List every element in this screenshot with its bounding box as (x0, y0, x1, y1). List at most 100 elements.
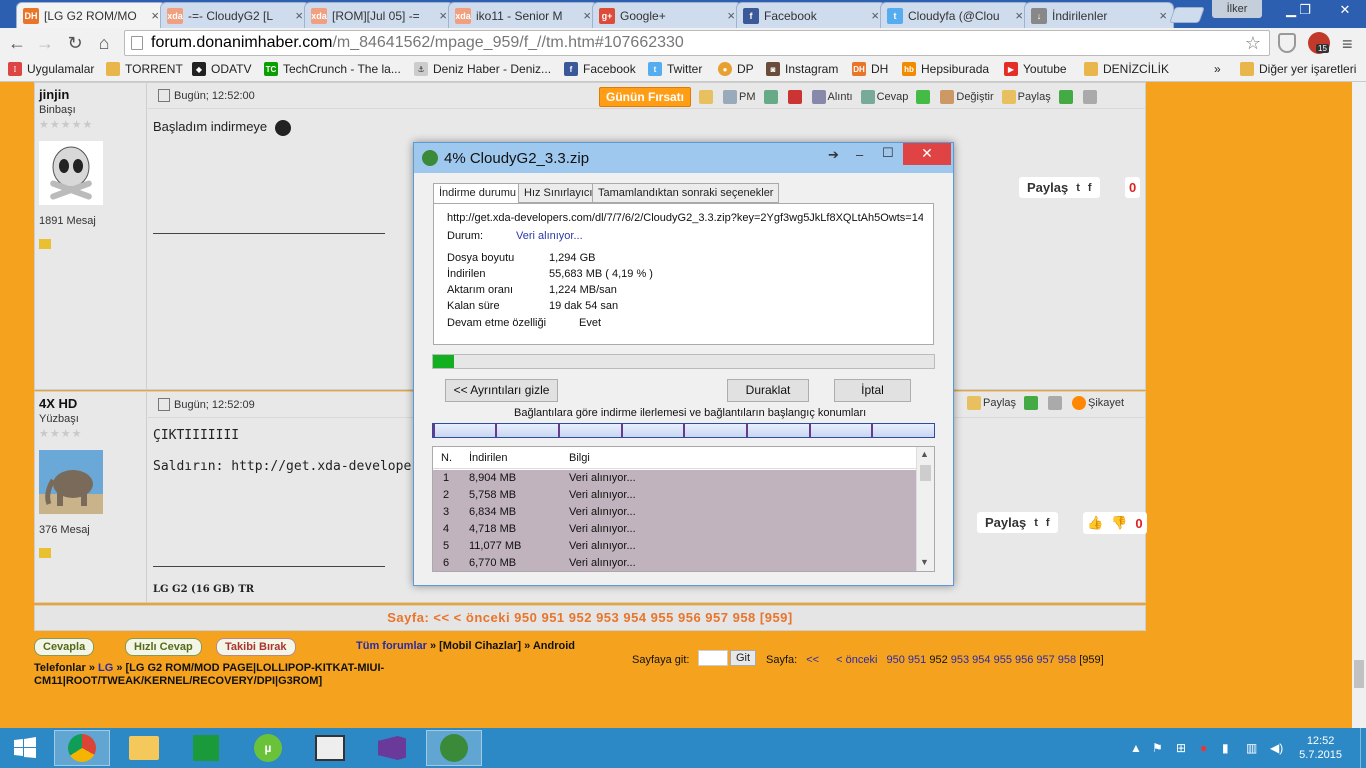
list-item[interactable]: 1 8,904 MB Veri alınıyor... (433, 470, 916, 487)
show-desktop-button[interactable] (1360, 728, 1366, 768)
pager-page[interactable]: 952 (929, 654, 947, 666)
breadcrumb-lg[interactable]: LG (98, 662, 113, 674)
dialog-titlebar[interactable]: 4% CloudyG2_3.3.zip ➔ – ☐ ✕ (414, 143, 953, 173)
twitter-icon[interactable]: t (1076, 182, 1080, 194)
pager-pages[interactable]: 953 954 955 956 957 958 (951, 654, 1076, 666)
bookmark-apps[interactable]: ⁞ Uygulamalar (8, 62, 94, 76)
col-number[interactable]: N. (441, 452, 452, 464)
menu-icon[interactable]: ≡ (1342, 34, 1353, 55)
thumbs-up-icon[interactable]: 👍 (1087, 515, 1103, 531)
browser-tab[interactable]: f Facebook × (736, 2, 886, 28)
share-action[interactable]: Paylaş (1001, 90, 1051, 104)
volume-icon[interactable]: ◀) (1270, 741, 1283, 755)
dialog-close-button[interactable]: ✕ (903, 143, 951, 165)
address-bar[interactable]: forum.donanimhaber.com/m_84641562/mpage_… (124, 30, 1270, 56)
user-info-icon[interactable] (39, 548, 51, 558)
daily-deal-button[interactable]: Günün Fırsatı (599, 87, 691, 107)
list-item[interactable]: 3 6,834 MB Veri alınıyor... (433, 504, 916, 521)
breadcrumb-phones[interactable]: Telefonlar (34, 662, 86, 674)
scroll-down-icon[interactable]: ▼ (920, 557, 929, 567)
list-scrollbar[interactable]: ▲ ▼ (916, 447, 934, 571)
breadcrumb-all-forums[interactable]: Tüm forumlar (356, 640, 427, 652)
pause-button[interactable]: Duraklat (727, 379, 809, 402)
post-username[interactable]: 4X HD (39, 396, 142, 411)
cancel-button[interactable]: İptal (834, 379, 911, 402)
close-tab-icon[interactable]: × (871, 8, 879, 23)
facebook-icon[interactable]: f (1046, 517, 1050, 529)
new-tab-button[interactable] (1169, 7, 1205, 23)
tab-download-status[interactable]: İndirme durumu (433, 183, 523, 204)
avatar[interactable] (39, 450, 103, 514)
bookmarks-overflow-button[interactable]: » (1214, 62, 1221, 76)
print-action[interactable] (1082, 90, 1099, 104)
share-box[interactable]: Paylaş t f (1019, 177, 1100, 198)
quick-reply-button[interactable]: Hızlı Cevap (125, 638, 202, 656)
user-info-icon[interactable] (39, 239, 51, 249)
share-action[interactable]: Paylaş (967, 396, 1016, 410)
minimize-icon[interactable]: – (856, 147, 863, 162)
browser-tab[interactable]: xda [ROM][Jul 05] -= × (304, 2, 454, 28)
visualstudio-taskbar-button[interactable] (364, 730, 420, 766)
report-action[interactable]: Şikayet (1072, 396, 1124, 410)
mail-action[interactable] (699, 90, 715, 104)
avatar[interactable] (39, 141, 103, 205)
hide-details-button[interactable]: << Ayrıntıları gizle (445, 379, 558, 402)
power-icon[interactable]: ▮ (1222, 741, 1229, 755)
pager-prev[interactable]: < önceki (836, 654, 877, 666)
list-item[interactable]: 4 4,718 MB Veri alınıyor... (433, 521, 916, 538)
bookmark-techcrunch[interactable]: TC TechCrunch - The la... (264, 62, 401, 76)
close-tab-icon[interactable]: × (583, 8, 591, 23)
browser-tab[interactable]: DH [LG G2 ROM/MO × (16, 2, 166, 28)
share-box[interactable]: Paylaş t f (977, 512, 1058, 533)
flag-icon[interactable]: ⚑ (1152, 741, 1163, 755)
bookmark-hepsiburada[interactable]: hb Hepsiburada (902, 62, 989, 76)
close-tab-icon[interactable]: × (439, 8, 447, 23)
other-bookmarks-folder[interactable]: Diğer yer işaretleri (1240, 62, 1356, 76)
tab-speed-limiter[interactable]: Hız Sınırlayıcı (518, 183, 599, 203)
pm-action[interactable]: PM (723, 90, 756, 104)
page-scrollbar[interactable] (1352, 82, 1366, 728)
reply-action[interactable]: Cevap (860, 90, 908, 104)
bookmark-folder-torrent[interactable]: TORRENT (106, 62, 183, 76)
app-taskbar-button[interactable] (302, 730, 358, 766)
reload-icon[interactable]: ↻ (64, 32, 86, 54)
share-network-action[interactable] (1024, 396, 1040, 410)
close-tab-icon[interactable]: × (295, 8, 303, 23)
close-tab-icon[interactable]: × (151, 8, 159, 23)
scroll-thumb[interactable] (920, 465, 931, 481)
bookmark-odatv[interactable]: ◆ ODATV (192, 62, 251, 76)
block-action[interactable] (787, 90, 804, 104)
quote-action[interactable]: Alıntı (811, 90, 853, 104)
maximize-icon[interactable]: ☐ (882, 145, 894, 161)
list-item[interactable]: 2 5,758 MB Veri alınıyor... (433, 487, 916, 504)
home-icon[interactable]: ⌂ (93, 32, 115, 54)
thumbs-down-icon[interactable]: 👎 (1111, 515, 1127, 531)
list-item[interactable]: 5 11,077 MB Veri alınıyor... (433, 538, 916, 555)
bookmark-instagram[interactable]: ◙ Instagram (766, 62, 838, 76)
pagination-bar[interactable]: Sayfa: << < önceki 950 951 952 953 954 9… (34, 605, 1146, 631)
bookmark-star-icon[interactable]: ☆ (1245, 31, 1261, 55)
add-friend-action[interactable] (763, 90, 780, 104)
antivirus-icon[interactable]: ● (1200, 741, 1207, 755)
share-network-action[interactable] (1058, 90, 1075, 104)
close-tab-icon[interactable]: × (1159, 8, 1167, 23)
connections-list[interactable]: N. İndirilen Bilgi 1 8,904 MB Veri alınıyo… (432, 446, 935, 572)
col-info[interactable]: Bilgi (569, 452, 590, 464)
browser-tab[interactable]: xda iko11 - Senior M × (448, 2, 598, 28)
list-item[interactable]: 6 6,770 MB Veri alınıyor... (433, 555, 916, 571)
back-arrow-icon[interactable]: ← (6, 32, 28, 54)
shield-icon[interactable] (1278, 33, 1296, 53)
bookmark-dp[interactable]: ● DP (718, 62, 754, 76)
close-tab-icon[interactable]: × (1015, 8, 1023, 23)
facebook-icon[interactable]: f (1088, 182, 1092, 194)
extension-icon[interactable]: 15 (1308, 32, 1330, 54)
pager-pages[interactable]: 950 951 (887, 654, 927, 666)
reply-button[interactable]: Cevapla (34, 638, 95, 656)
print-action[interactable] (1048, 396, 1064, 410)
start-button[interactable] (0, 730, 50, 766)
forward-arrow-icon[interactable]: → (34, 32, 56, 54)
network-icon[interactable]: ▥ (1246, 741, 1257, 755)
bookmark-twitter[interactable]: t Twitter (648, 62, 702, 76)
chrome-taskbar-button[interactable] (54, 730, 110, 766)
browser-tab[interactable]: g+ Google+ × (592, 2, 742, 28)
